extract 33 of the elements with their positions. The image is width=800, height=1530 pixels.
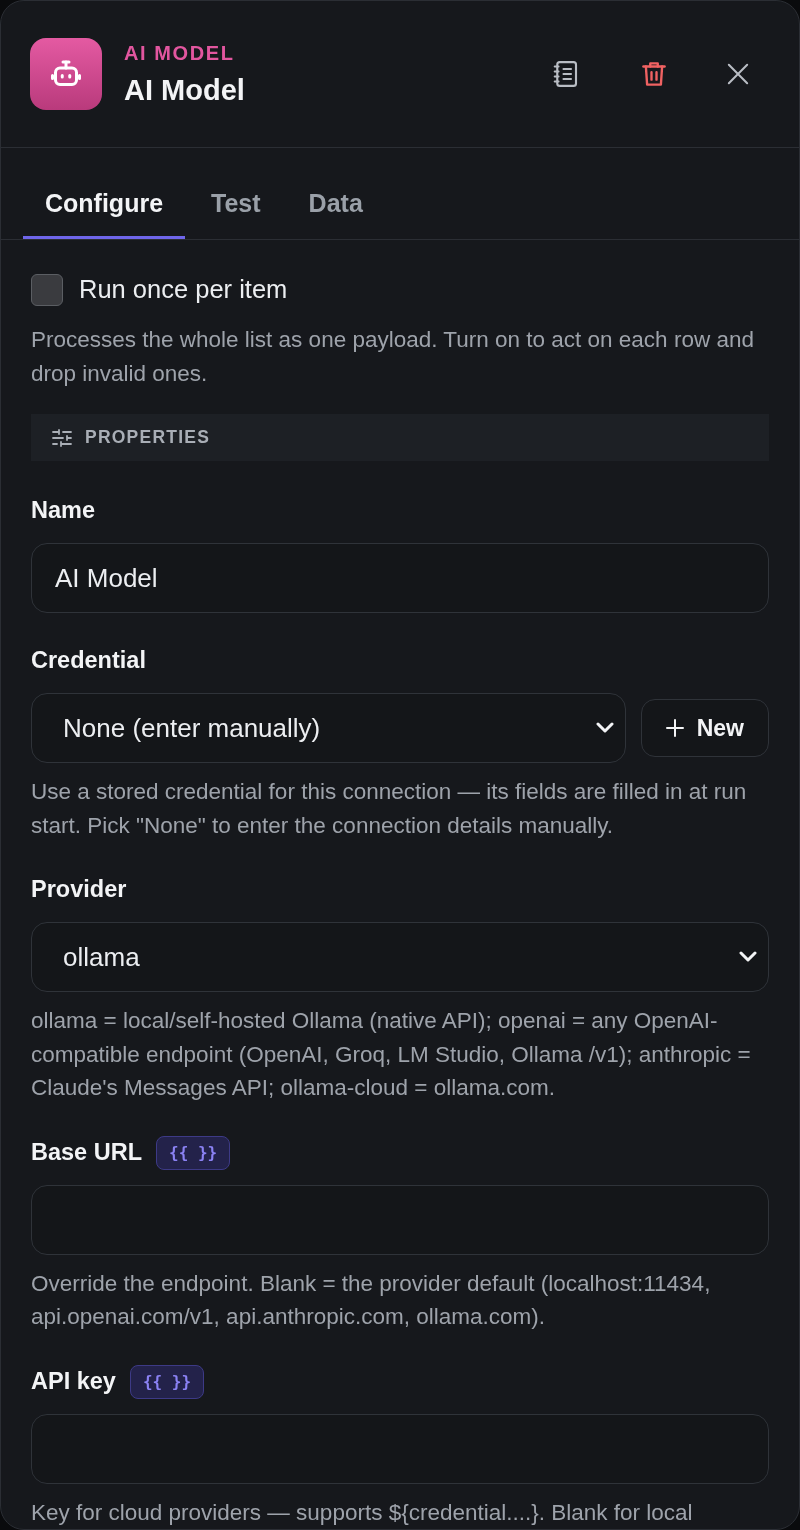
input-field[interactable] [31,1413,769,1484]
new-button[interactable]: New [640,699,769,757]
template-badge: {{ }} [156,1135,231,1170]
input-field[interactable]: AI Model [31,543,769,613]
plus-icon [665,719,684,737]
field-label: Credential [31,649,146,673]
tab[interactable]: Data [286,171,385,239]
section-title: PROPERTIES [85,426,211,450]
field-label: Name [31,499,95,523]
template-badge: {{ }} [129,1364,205,1399]
field-label: API key [31,1369,116,1394]
sliders-icon [52,428,72,447]
dropdown[interactable]: ollama [31,922,769,992]
checkbox[interactable] [31,274,63,306]
help-text: Use a stored credential for this connection — its fields are filled in at run start. Pick "None" to enter the connection details manually. [31,778,748,840]
node-type-label: AI MODEL [124,43,236,63]
help-text: Override the endpoint. Blank = the provider default (localhost:11434, api.openai.com/v1, api.anthropic.com, ollama.com). [31,1269,712,1331]
chevron-down-icon [739,951,757,963]
tab[interactable]: Test [189,171,283,239]
checkbox-label: Run once per item [79,277,288,303]
field-label: Provider [31,878,127,902]
help-text: Key for cloud providers — supports ${credential....}. Blank for local [31,1498,694,1527]
tab[interactable]: Configure [23,171,186,239]
dropdown[interactable]: None (enter manually) [31,693,626,763]
close-icon[interactable] [727,63,749,85]
trash-icon[interactable] [639,59,669,89]
input-field[interactable] [31,1184,769,1255]
node-title: AI Model [124,76,245,105]
field-label: Base URL [31,1140,142,1165]
help-text: Processes the whole list as one payload. Turn on to act on each row and drop invalid ones. [31,326,755,388]
robot-icon [30,38,102,110]
chevron-down-icon [595,722,614,734]
help-text: ollama = local/self-hosted Ollama (native API); openai = any OpenAI-compatible endpoint (OpenAI, Groq, LM Studio, Ollama /v1); anthropic = Claude's Messages API; ollama-cloud = ollama.com. [31,1007,752,1102]
